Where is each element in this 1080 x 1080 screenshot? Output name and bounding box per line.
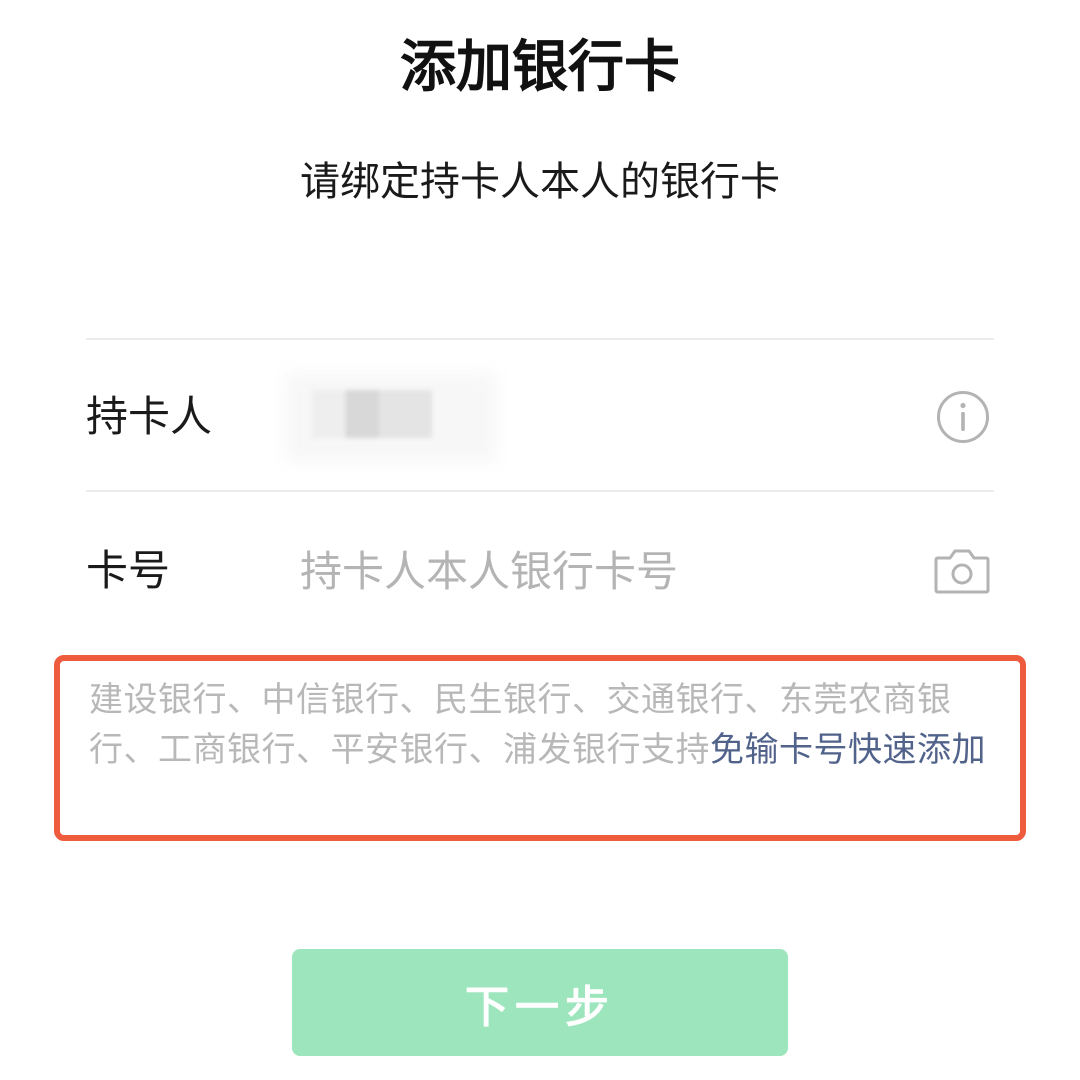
next-step-button[interactable]: 下一步 [292, 949, 788, 1056]
form-middle-divider [86, 490, 994, 492]
quick-add-notice: 建设银行、中信银行、民生银行、交通银行、东莞农商银行、工商银行、平安银行、浦发银… [89, 675, 999, 775]
form-top-divider [86, 338, 994, 340]
quick-add-link[interactable]: 免输卡号快速添加 [710, 730, 986, 770]
card-number-row: 卡号 [86, 496, 994, 646]
camera-icon[interactable] [934, 548, 990, 594]
add-bank-card-page: 添加银行卡 请绑定持卡人本人的银行卡 持卡人 卡号 建设银行、中信银行、民生银行… [0, 0, 1080, 1080]
quick-add-notice-highlight: 建设银行、中信银行、民生银行、交通银行、东莞农商银行、工商银行、平安银行、浦发银… [54, 655, 1026, 841]
cardholder-name-blurred [312, 390, 432, 438]
card-number-label: 卡号 [86, 546, 171, 595]
page-title: 添加银行卡 [400, 35, 680, 100]
info-icon[interactable] [936, 390, 990, 444]
card-number-input[interactable] [300, 496, 900, 646]
cardholder-label: 持卡人 [86, 392, 213, 441]
cardholder-row: 持卡人 [86, 342, 994, 492]
page-subtitle: 请绑定持卡人本人的银行卡 [300, 159, 780, 205]
